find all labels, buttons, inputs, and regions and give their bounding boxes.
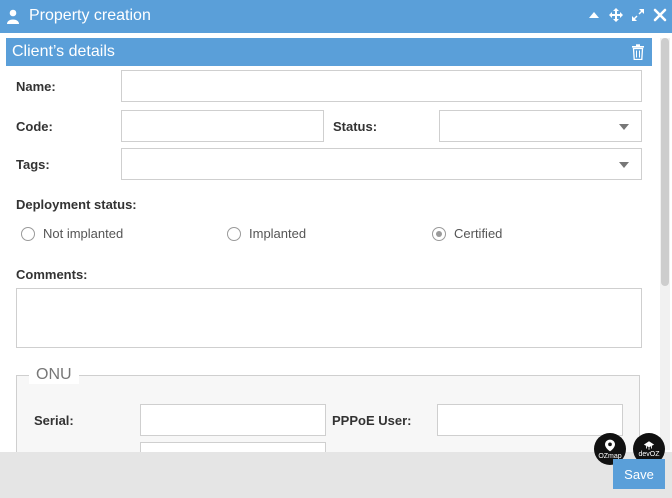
section-title: Client’s details	[12, 43, 115, 60]
map-pin-icon	[605, 439, 615, 451]
serial-label: Serial:	[34, 413, 74, 428]
devoz-label: devOZ	[638, 450, 660, 458]
scrollbar[interactable]	[660, 38, 670, 450]
pppoe-user-input[interactable]	[437, 404, 623, 436]
radio-label: Implanted	[249, 226, 307, 241]
arrow-up-icon[interactable]	[587, 8, 601, 22]
move-icon[interactable]	[609, 8, 623, 22]
radio-label: Not implanted	[43, 226, 124, 241]
expand-icon[interactable]	[631, 8, 645, 22]
pppoe-user-label: PPPoE User:	[332, 413, 412, 428]
close-icon[interactable]	[653, 8, 667, 22]
client-details-header: Client’s details	[6, 38, 652, 66]
tags-select[interactable]	[121, 148, 642, 180]
window-title: Property creation	[29, 7, 151, 24]
trash-icon[interactable]	[631, 44, 645, 61]
code-input[interactable]	[121, 110, 324, 142]
radio-circle[interactable]	[227, 226, 241, 241]
comments-label: Comments:	[16, 267, 88, 282]
radio-implanted[interactable]: Implanted	[227, 226, 306, 241]
serial-input[interactable]	[140, 404, 326, 436]
radio-circle-checked[interactable]	[432, 226, 446, 241]
status-select[interactable]	[439, 110, 642, 142]
devoz-logo-icon	[643, 440, 655, 450]
radio-certified[interactable]: Certified	[432, 226, 502, 241]
comments-textarea[interactable]	[16, 288, 642, 348]
chevron-down-icon	[619, 162, 629, 168]
radio-not-implanted[interactable]: Not implanted	[21, 226, 123, 241]
window-titlebar: Property creation	[0, 0, 672, 33]
code-label: Code:	[16, 119, 53, 134]
save-button[interactable]: Save	[613, 459, 665, 489]
radio-circle[interactable]	[21, 226, 35, 241]
tags-label: Tags:	[16, 157, 50, 172]
onu-input-2[interactable]	[140, 442, 326, 452]
name-input[interactable]	[121, 70, 642, 102]
radio-label: Certified	[454, 226, 503, 241]
footer-bar	[0, 452, 672, 498]
chevron-down-icon	[619, 124, 629, 130]
status-label: Status:	[333, 119, 378, 134]
name-label: Name:	[16, 79, 56, 94]
form-frame: Client’s details Name: Code: Status: Tag…	[0, 33, 672, 452]
user-icon	[6, 9, 20, 24]
deployment-status-label: Deployment status:	[16, 197, 137, 212]
scrollbar-thumb[interactable]	[661, 38, 669, 286]
onu-legend: ONU	[29, 366, 79, 384]
